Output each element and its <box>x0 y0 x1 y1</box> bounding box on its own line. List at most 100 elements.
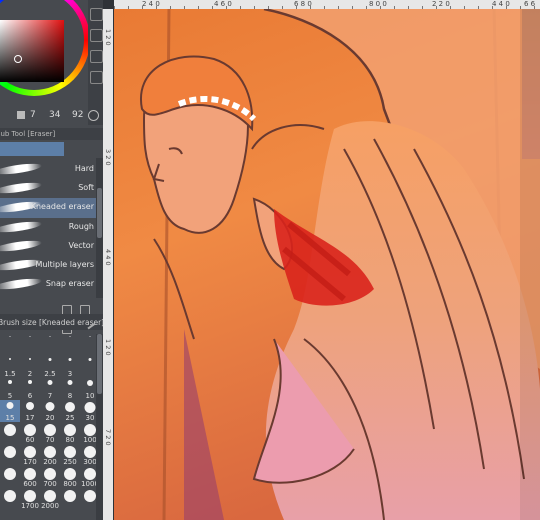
brush-size-dot <box>8 380 12 384</box>
brush-item[interactable]: Snap eraser <box>0 275 96 294</box>
brush-size-dot <box>67 380 73 385</box>
brush-size-value: 3 <box>67 370 73 378</box>
brush-list-scrollbar[interactable] <box>96 158 103 298</box>
brush-size-cell[interactable]: 2.5 <box>40 356 60 378</box>
brush-size-dot <box>45 402 55 411</box>
brush-size-dot <box>48 358 52 361</box>
color-set-icon[interactable] <box>90 29 103 42</box>
brush-item[interactable]: Multiple layers <box>0 256 96 275</box>
brush-size-dot <box>87 380 93 386</box>
ruler-label: 4 6 0 <box>214 0 232 8</box>
brush-size-cell[interactable] <box>40 334 60 356</box>
brush-size-cell[interactable]: 17 <box>20 400 40 422</box>
scroll-thumb[interactable] <box>97 188 102 238</box>
brush-size-value: 25 <box>65 414 75 422</box>
brush-size-dot <box>64 424 76 436</box>
brush-size-cell[interactable] <box>60 334 80 356</box>
subtool-group-tab[interactable] <box>0 142 64 156</box>
brush-size-cell[interactable] <box>20 334 40 356</box>
brush-size-dot <box>24 424 36 436</box>
brush-size-value: 17 <box>25 414 35 422</box>
brush-size-dot <box>29 358 31 360</box>
ruler-label: 1 2 0 <box>104 339 112 356</box>
brush-size-value: 1.5 <box>4 370 16 378</box>
subtool-panel-header: Sub Tool [Eraser] <box>0 128 103 140</box>
brush-size-cell[interactable]: 7 <box>40 378 60 400</box>
brush-size-value: 2.5 <box>44 370 56 378</box>
brush-size-value: 6 <box>27 392 33 400</box>
brush-size-dot <box>47 380 53 385</box>
brush-size-value: 2000 <box>41 502 59 510</box>
brush-size-dot <box>44 468 56 480</box>
brush-label: Rough <box>68 221 94 231</box>
brush-size-dot <box>49 336 51 337</box>
brush-size-cell[interactable]: 5 <box>0 378 20 400</box>
brush-size-cell[interactable]: 600 <box>20 466 40 488</box>
brush-size-cell[interactable]: 3 <box>60 356 80 378</box>
brush-size-dot <box>24 446 36 458</box>
brush-size-cell[interactable] <box>0 334 20 356</box>
brush-size-dot <box>69 336 71 337</box>
saturation-value-square[interactable] <box>0 20 64 82</box>
brush-size-cell[interactable] <box>60 488 80 510</box>
left-ruler: 1 2 0 3 2 0 4 4 0 1 2 0 7 2 0 <box>103 9 113 520</box>
brush-size-scrollbar[interactable] <box>96 334 103 520</box>
brush-item[interactable]: Kneaded eraser <box>0 198 96 218</box>
brush-size-cell[interactable]: 200 <box>40 444 60 466</box>
brush-size-cell[interactable]: 15 <box>0 400 20 422</box>
brush-size-value: 20 <box>45 414 55 422</box>
brush-size-cell[interactable]: 80 <box>60 422 80 444</box>
color-picker-cursor[interactable] <box>14 55 22 63</box>
scroll-thumb[interactable] <box>97 334 102 394</box>
brush-item[interactable]: Rough <box>0 218 96 237</box>
brush-size-cell[interactable]: 250 <box>60 444 80 466</box>
ruler-label: 6 6 0 <box>524 0 536 9</box>
brush-label: Kneaded eraser <box>30 202 94 212</box>
brush-size-dot <box>88 358 92 361</box>
color-slider-icon[interactable] <box>90 50 103 63</box>
brush-size-cell[interactable]: 2000 <box>40 488 60 510</box>
brush-stroke-preview <box>0 276 43 292</box>
brush-size-cell[interactable]: 8 <box>60 378 80 400</box>
color-history-icon[interactable] <box>90 71 103 84</box>
brush-size-cell[interactable]: 6 <box>20 378 40 400</box>
brush-size-cell[interactable]: 1.5 <box>0 356 20 378</box>
brush-size-cell[interactable]: 60 <box>20 422 40 444</box>
brush-item[interactable]: Vector <box>0 237 96 256</box>
brush-size-dot <box>64 468 76 480</box>
brush-size-cell[interactable] <box>0 422 20 444</box>
illustration <box>114 9 540 520</box>
brush-size-dot <box>24 490 36 502</box>
brush-item[interactable]: Soft <box>0 179 96 198</box>
brush-size-cell[interactable]: 20 <box>40 400 60 422</box>
brush-label: Soft <box>78 183 94 193</box>
brush-size-cell[interactable]: 700 <box>40 466 60 488</box>
brush-size-cell[interactable]: 170 <box>20 444 40 466</box>
brush-item[interactable]: Hard <box>0 160 96 179</box>
brush-size-dot <box>4 446 16 458</box>
brush-size-dot <box>26 402 34 410</box>
ruler-label: 4 4 0 <box>492 0 510 8</box>
brush-size-cell[interactable]: 800 <box>60 466 80 488</box>
brush-size-cell[interactable] <box>0 466 20 488</box>
panel-menu-icon[interactable] <box>90 8 103 21</box>
brush-size-dot <box>64 490 76 502</box>
brush-size-cell[interactable] <box>0 444 20 466</box>
brush-size-dot <box>9 358 11 360</box>
color-panel-toolbar <box>88 0 103 125</box>
canvas-drawing[interactable] <box>114 9 540 520</box>
brush-size-dot <box>84 446 96 458</box>
brush-size-dot <box>84 424 96 436</box>
brush-size-cell[interactable] <box>0 488 20 510</box>
brush-size-value: 60 <box>25 436 35 444</box>
brush-stroke-preview <box>0 180 43 196</box>
brush-size-dot <box>84 402 96 413</box>
brush-label: Hard <box>74 164 94 173</box>
brush-size-cell[interactable]: 70 <box>40 422 60 444</box>
brush-size-cell[interactable]: 1700 <box>20 488 40 510</box>
brush-size-cell[interactable]: 2 <box>20 356 40 378</box>
ruler-label: 2 2 0 <box>432 0 450 8</box>
brush-size-dot <box>28 380 32 384</box>
brush-size-cell[interactable]: 25 <box>60 400 80 422</box>
brush-size-grid: 1.5 2 2.5 3 5 6 7 8 10 15 17 20 25 30 60 70 80 100 170 200 2… <box>0 334 99 510</box>
